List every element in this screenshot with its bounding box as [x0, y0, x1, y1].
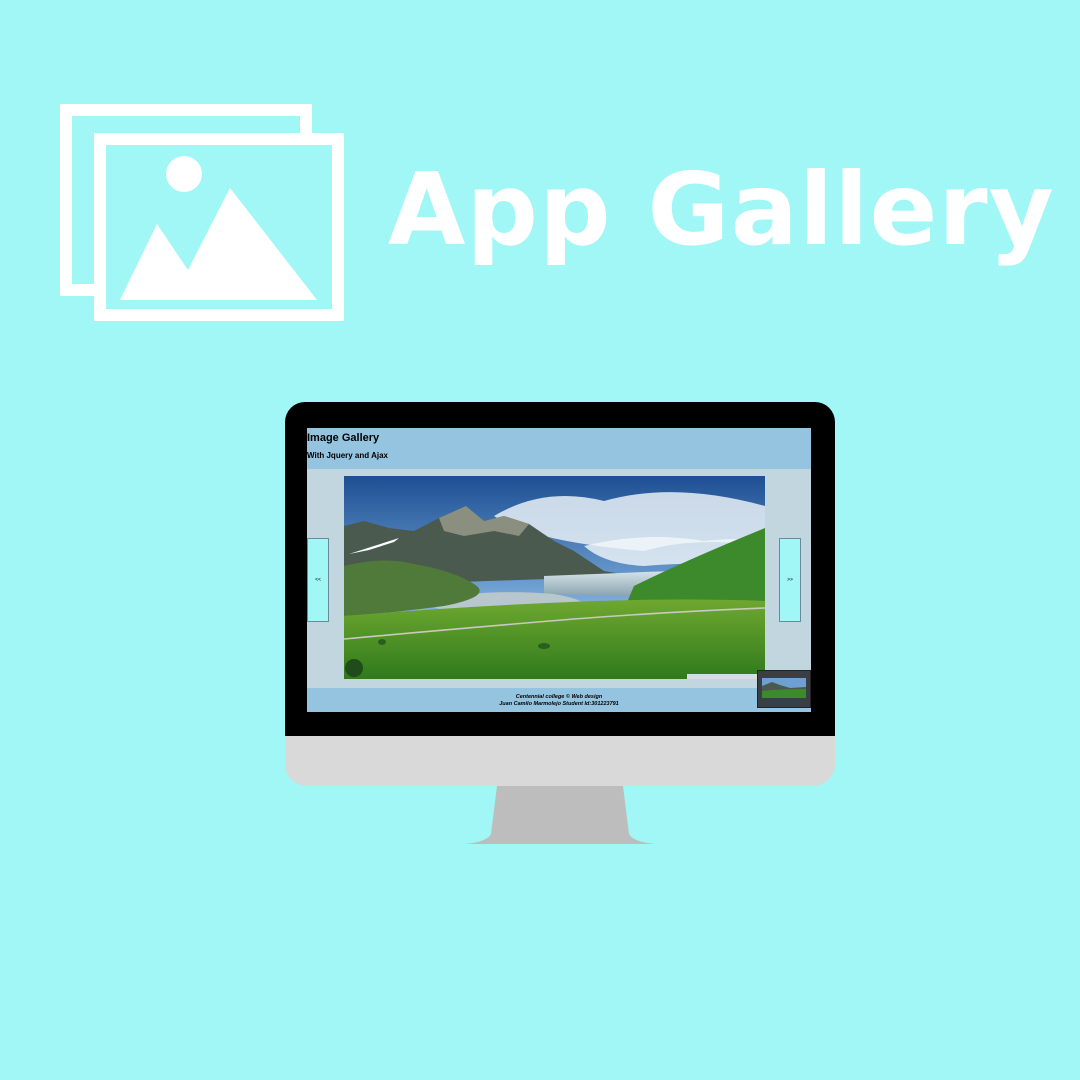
sun-shape — [166, 156, 202, 192]
gallery-header: Image Gallery With Jquery and Ajax — [307, 428, 811, 469]
tree — [378, 639, 386, 645]
app-title: App Gallery — [388, 151, 1055, 268]
tree — [538, 643, 550, 649]
monitor-bezel: Image Gallery With Jquery and Ajax << >>… — [285, 402, 835, 736]
main-gallery-image — [344, 476, 765, 679]
image-caption-bar — [687, 674, 759, 679]
gallery-footer: Centennial college © Web design Juan Cam… — [307, 688, 811, 712]
stand-neck — [465, 786, 655, 844]
gallery-title: Image Gallery — [307, 432, 380, 444]
monitor-screen: Image Gallery With Jquery and Ajax << >>… — [307, 428, 811, 712]
monitor-stand — [465, 786, 655, 844]
footer-line-2: Juan Camilo Marmolejo Student Id:3012237… — [499, 701, 619, 707]
thumbnail-image — [762, 678, 806, 698]
thumbnail-preview[interactable] — [757, 670, 811, 708]
previous-button[interactable]: << — [307, 538, 329, 622]
monitor: Image Gallery With Jquery and Ajax << >>… — [285, 402, 835, 846]
footer-line-1: Centennial college © Web design — [515, 694, 603, 700]
tree — [345, 659, 363, 677]
next-button[interactable]: >> — [779, 538, 801, 622]
photo-gallery-icon — [60, 104, 344, 321]
gallery-subtitle: With Jquery and Ajax — [307, 451, 388, 460]
monitor-chin — [285, 736, 835, 786]
